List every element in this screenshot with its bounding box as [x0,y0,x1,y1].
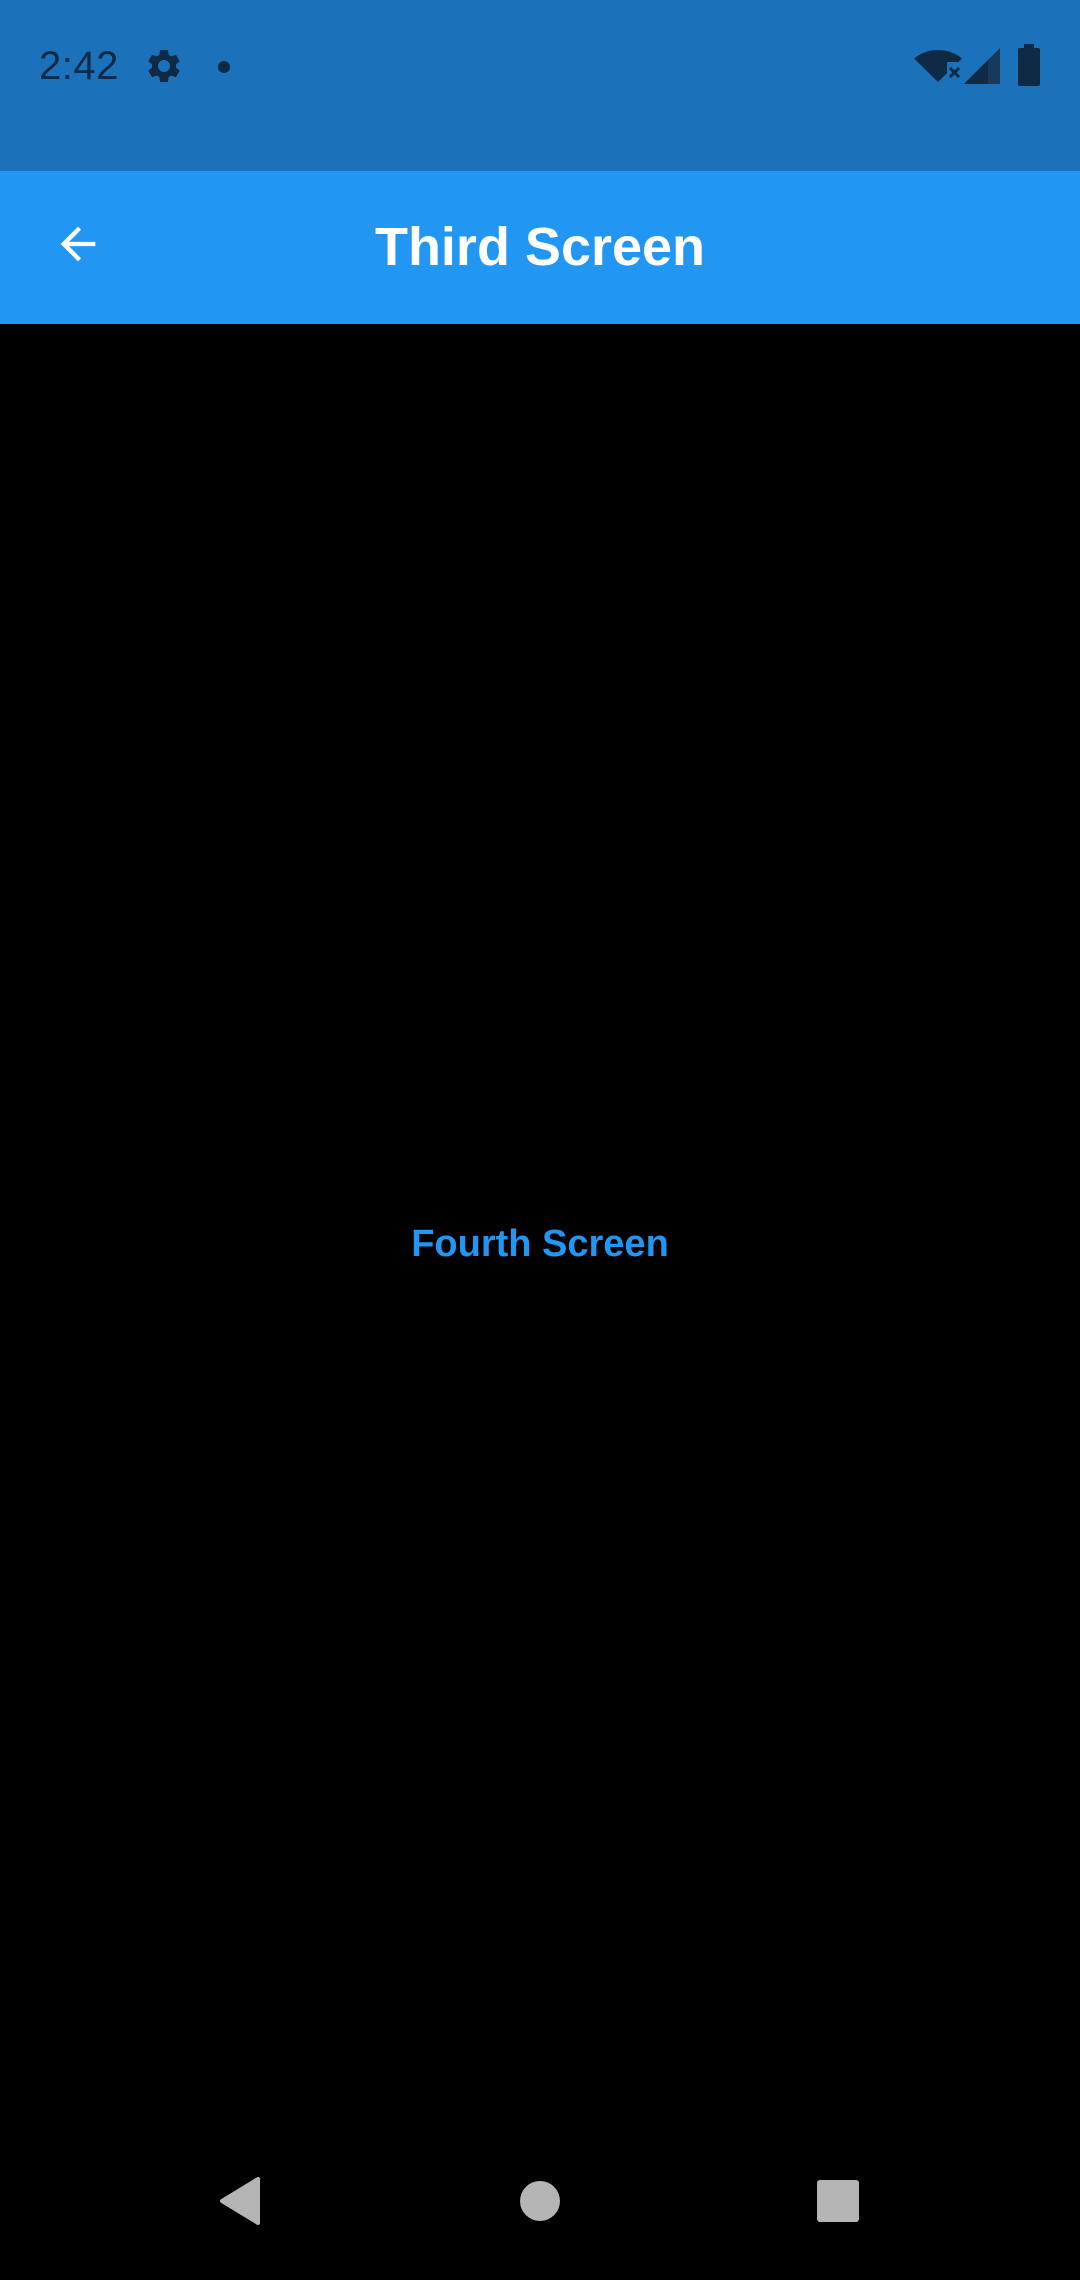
notification-dot-icon [218,60,230,78]
fourth-screen-button[interactable]: Fourth Screen [390,1204,690,1284]
nav-home-button[interactable] [480,2121,600,2280]
wifi-off-icon [914,48,962,89]
page-title: Third Screen [374,217,706,277]
battery-icon [1018,44,1040,91]
back-triangle-icon [220,2176,260,2225]
nav-recents-button[interactable] [778,2121,898,2280]
app-bar: Third Screen [0,171,1080,324]
nav-back-button[interactable] [180,2121,300,2280]
system-nav-bar [0,2121,1080,2280]
recents-square-icon [817,2179,859,2222]
status-bar: 2:42 [0,0,1080,171]
signal-icon [964,48,1000,89]
content-area: Fourth Screen [0,324,1080,2121]
gear-icon [144,46,184,91]
status-time: 2:42 [39,44,119,88]
home-circle-icon [520,2180,560,2221]
